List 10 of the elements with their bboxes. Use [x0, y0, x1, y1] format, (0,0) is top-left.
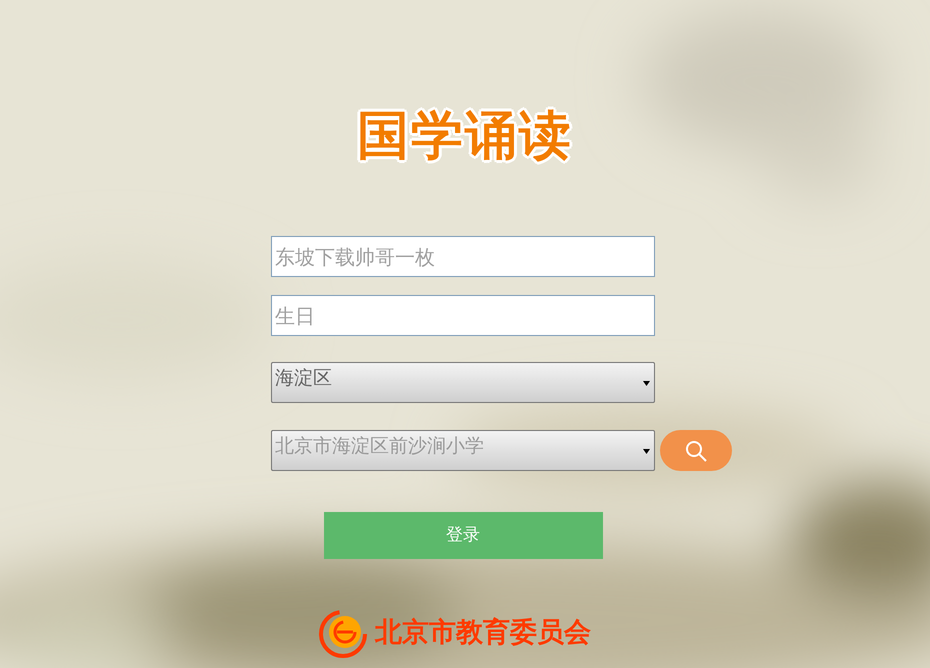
login-button[interactable]: 登录	[324, 512, 602, 559]
dropdown-arrow-icon	[643, 381, 650, 386]
dropdown[interactable]: 北京市海淀区前沙涧小学	[271, 430, 655, 471]
dropdown[interactable]: 海淀区	[271, 362, 655, 403]
search-icon	[685, 440, 707, 462]
input-field[interactable]: 生日	[271, 295, 655, 336]
dropdown-arrow-icon	[643, 449, 650, 454]
input-field[interactable]: 东坡下载帅哥一枚	[271, 236, 655, 277]
organization-name: 北京市教育委员会	[375, 616, 591, 650]
app-title: 国学诵读	[357, 105, 573, 168]
